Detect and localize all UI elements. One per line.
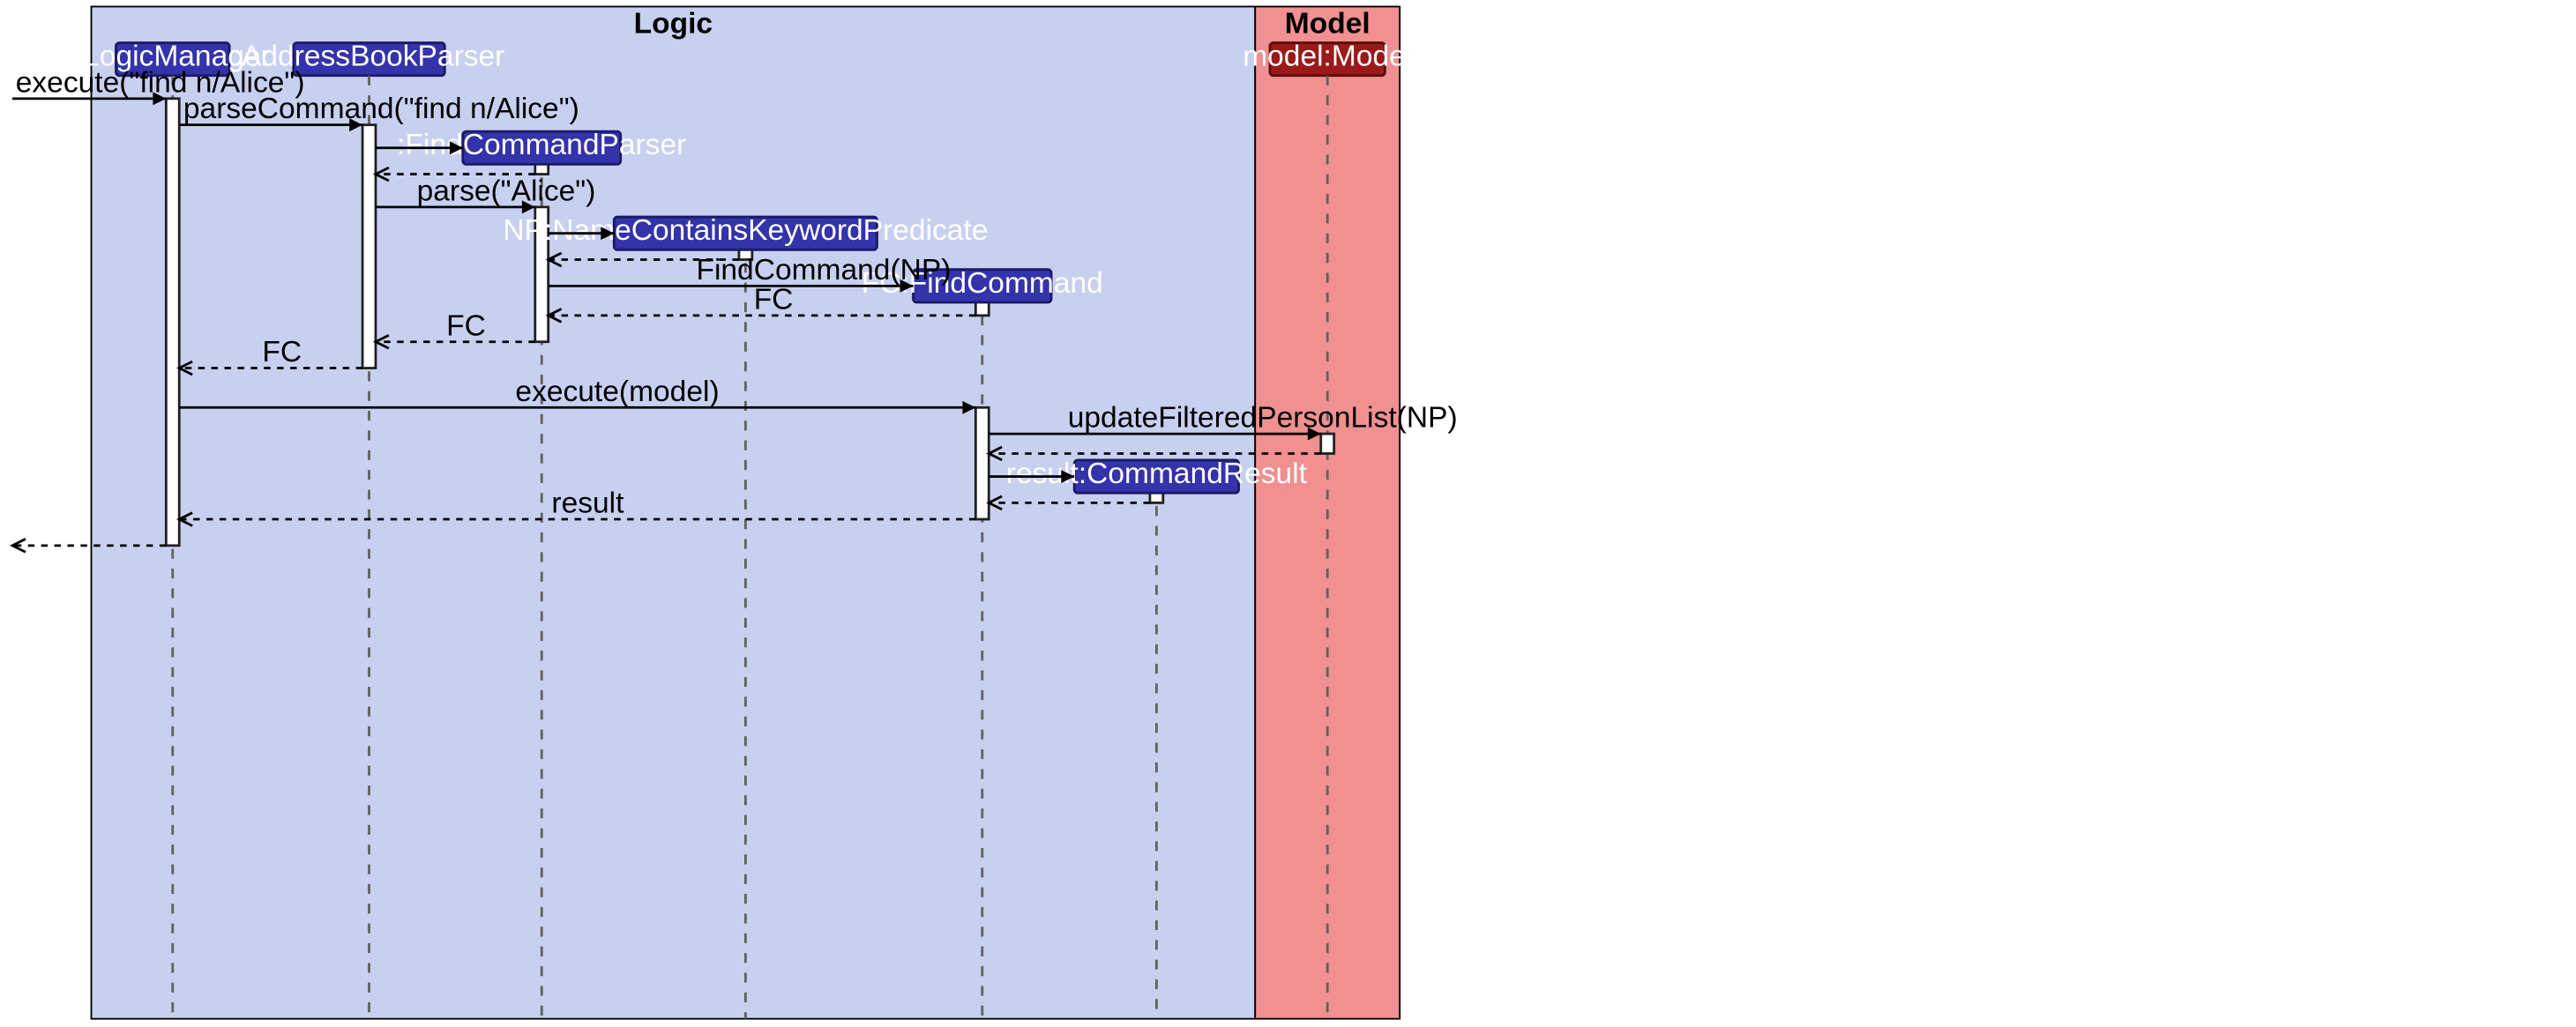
participant-predicate: NP:NameContainsKeywordPredicate (503, 214, 988, 249)
svg-text:NP:NameContainsKeywordPredicat: NP:NameContainsKeywordPredicate (503, 214, 988, 247)
activation-abp (362, 125, 376, 368)
participant-find-command-parser: :FindCommandParser (397, 129, 686, 164)
svg-text:updateFilteredPersonList(NP): updateFilteredPersonList(NP) (1068, 402, 1458, 435)
svg-text::FindCommandParser: :FindCommandParser (397, 129, 686, 161)
frame-model-label: Model (1285, 7, 1370, 40)
sequence-diagram: Logic Model :LogicManager :AddressBookPa… (0, 0, 2576, 1027)
svg-text:FindCommand(NP): FindCommand(NP) (696, 254, 951, 287)
activation-model (1321, 434, 1334, 453)
participant-model: model:Model (1243, 41, 1412, 76)
svg-text:parse("Alice"): parse("Alice") (417, 175, 596, 207)
participant-command-result: result:CommandResult (1006, 458, 1308, 493)
svg-text:parseCommand("find n/Alice"): parseCommand("find n/Alice") (183, 93, 579, 125)
svg-text:FC: FC (754, 283, 794, 316)
svg-text:model:Model: model:Model (1243, 41, 1412, 73)
svg-text:execute(model): execute(model) (515, 376, 719, 408)
svg-text:result:CommandResult: result:CommandResult (1006, 458, 1308, 490)
svg-text:result: result (551, 487, 624, 520)
svg-text:FC: FC (446, 309, 486, 342)
frame-logic-label: Logic (634, 7, 713, 40)
activation-lm (166, 99, 179, 546)
svg-text:FC: FC (262, 336, 302, 368)
